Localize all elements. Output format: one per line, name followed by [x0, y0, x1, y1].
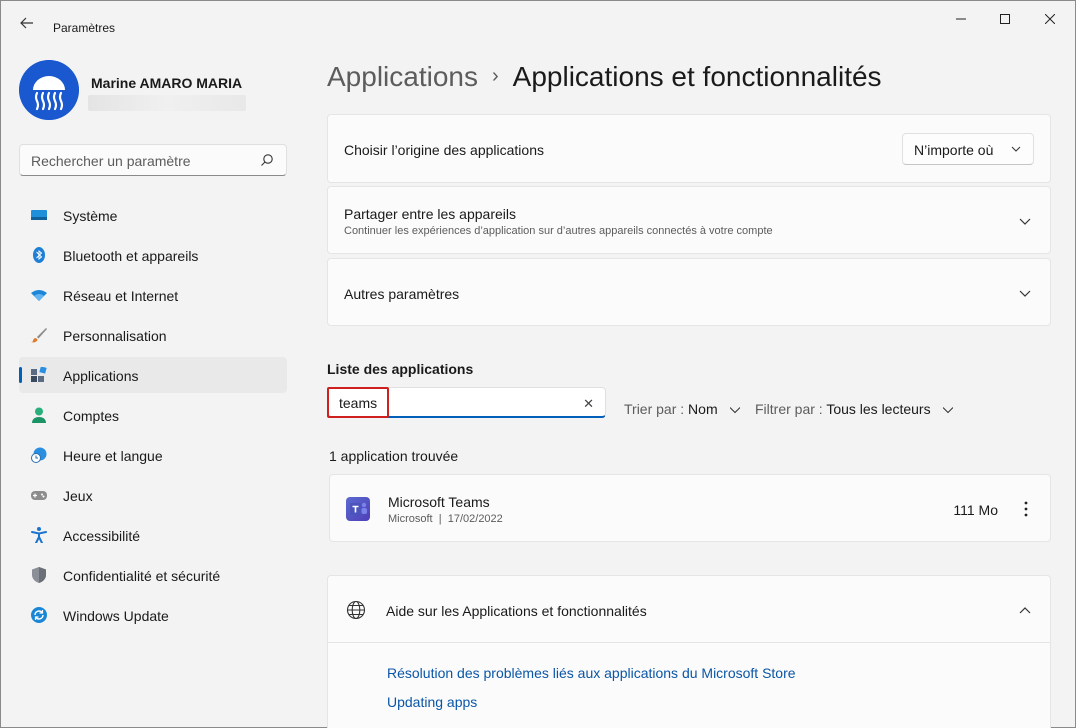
settings-search-input[interactable]: Rechercher un paramètre: [19, 144, 287, 176]
help-card: Aide sur les Applications et fonctionnal…: [327, 575, 1051, 728]
app-size: 111 Mo: [953, 502, 998, 518]
help-link-troubleshoot[interactable]: Résolution des problèmes liés aux applic…: [387, 665, 796, 681]
sidebar-item-personnalisation[interactable]: Personnalisation: [19, 317, 287, 353]
minimize-icon: [956, 18, 966, 20]
sort-value: Nom: [688, 401, 718, 417]
shield-icon: [32, 567, 46, 583]
chevron-down-icon: [942, 407, 953, 414]
apps-icon: [31, 367, 47, 382]
sidebar-item-applications[interactable]: Applications: [19, 357, 287, 393]
window-title: Paramètres: [53, 21, 116, 35]
sidebar-item-windows-update[interactable]: Windows Update: [19, 597, 287, 633]
share-devices-subtitle: Continuer les expériences d’application …: [344, 225, 773, 237]
other-settings-title: Autres paramètres: [344, 286, 460, 302]
close-icon: [1045, 14, 1055, 24]
app-name: Microsoft Teams: [388, 494, 490, 510]
maximize-button[interactable]: [985, 9, 1025, 29]
app-origin-card: Choisir l’origine des applications N’imp…: [327, 114, 1051, 183]
list-item[interactable]: Microsoft Teams Microsoft | 17/02/2022 1…: [329, 474, 1051, 542]
search-icon: [261, 154, 273, 166]
app-origin-dropdown[interactable]: N’importe où: [902, 133, 1034, 165]
share-devices-title: Partager entre les appareils: [344, 206, 516, 222]
more-options-icon[interactable]: [1018, 499, 1034, 519]
app-list-label: Liste des applications: [327, 361, 474, 377]
filter-value: Tous les lecteurs: [826, 401, 931, 417]
breadcrumb-parent[interactable]: Applications: [327, 61, 478, 92]
results-count: 1 application trouvée: [329, 448, 459, 464]
clear-icon[interactable]: ✕: [583, 396, 594, 412]
user-profile[interactable]: Marine AMARO MARIA: [19, 60, 289, 120]
sidebar-item-comptes[interactable]: Comptes: [19, 397, 287, 433]
sidebar-item-confidentialite[interactable]: Confidentialité et sécurité: [19, 557, 287, 593]
teams-icon: [346, 497, 370, 521]
sidebar-item-systeme[interactable]: Système: [19, 197, 287, 233]
close-button[interactable]: [1030, 9, 1070, 29]
sidebar-nav: Système Bluetooth et appareils Réseau et…: [19, 197, 287, 637]
system-icon: [31, 210, 47, 220]
app-publisher: Microsoft: [388, 513, 433, 525]
sidebar-item-jeux[interactable]: Jeux: [19, 477, 287, 513]
sort-dropdown[interactable]: Trier par : Nom: [624, 401, 740, 417]
app-date: 17/02/2022: [447, 513, 503, 525]
chevron-down-icon[interactable]: [1018, 287, 1032, 301]
app-meta: Microsoft | 17/02/2022: [388, 513, 503, 525]
gamepad-icon: [31, 491, 47, 500]
help-header[interactable]: Aide sur les Applications et fonctionnal…: [328, 576, 1050, 643]
bluetooth-icon: [33, 247, 45, 263]
clock-globe-icon: [31, 447, 47, 463]
app-origin-title: Choisir l’origine des applications: [344, 142, 544, 158]
app-origin-value: N’importe où: [914, 142, 994, 158]
chevron-down-icon: [729, 407, 740, 414]
sidebar-item-heure[interactable]: Heure et langue: [19, 437, 287, 473]
sidebar-item-bluetooth[interactable]: Bluetooth et appareils: [19, 237, 287, 273]
breadcrumb-separator: ›: [491, 65, 499, 87]
app-search-value: teams: [339, 395, 378, 411]
minimize-button[interactable]: [941, 9, 981, 29]
chevron-down-icon: [1011, 146, 1021, 152]
update-icon: [31, 607, 47, 623]
page-title: Applications et fonctionnalités: [512, 61, 882, 92]
help-title: Aide sur les Applications et fonctionnal…: [386, 603, 647, 619]
avatar: [19, 60, 79, 120]
filter-label: Filtrer par :: [755, 401, 823, 417]
meta-separator: |: [438, 513, 442, 525]
brush-icon: [31, 328, 47, 343]
user-name: Marine AMARO MARIA: [91, 75, 243, 91]
sort-label: Trier par :: [624, 401, 685, 417]
app-search-input[interactable]: teams ✕: [327, 387, 606, 418]
globe-icon: [346, 600, 366, 620]
wifi-icon: [31, 290, 47, 301]
other-settings-card[interactable]: Autres paramètres: [327, 258, 1051, 326]
maximize-icon: [1000, 14, 1010, 24]
help-link-updating-apps[interactable]: Updating apps: [387, 694, 477, 710]
title-bar: Paramètres: [1, 1, 1075, 39]
chevron-up-icon[interactable]: [1018, 603, 1032, 617]
breadcrumb: Applications › Applications et fonctionnal…: [327, 61, 882, 93]
filter-dropdown[interactable]: Filtrer par : Tous les lecteurs: [755, 401, 953, 417]
share-devices-card[interactable]: Partager entre les appareils Continuer l…: [327, 186, 1051, 254]
search-placeholder: Rechercher un paramètre: [31, 153, 191, 169]
chevron-down-icon[interactable]: [1018, 215, 1032, 229]
back-arrow-icon[interactable]: [17, 13, 37, 33]
user-email-redacted: [88, 95, 246, 111]
person-icon: [32, 407, 46, 423]
accessibility-icon: [31, 527, 47, 543]
sidebar-item-reseau[interactable]: Réseau et Internet: [19, 277, 287, 313]
sidebar-item-accessibilite[interactable]: Accessibilité: [19, 517, 287, 553]
